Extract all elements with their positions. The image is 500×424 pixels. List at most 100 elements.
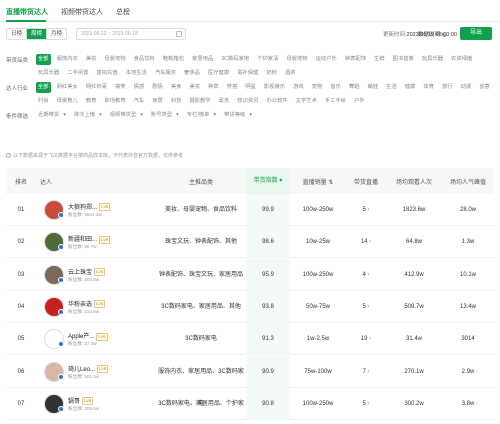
filter-option[interactable]: 母婴宠物 [284, 54, 309, 65]
filter-option[interactable]: 旅行 [440, 82, 455, 93]
category-cell: 3C数码家电、家居用品、其他 [161, 303, 241, 310]
filter-option[interactable]: 母婴育儿 [55, 96, 80, 107]
filter-option[interactable]: 创意 [477, 82, 492, 93]
table-row[interactable]: 05 Apple产... Lv6 粉丝数: 27.5w 3C数码家电 91.3 1w-2.5… [6, 323, 494, 356]
filter-option[interactable]: 美妆 [187, 82, 202, 93]
filter-option[interactable]: 科技 [169, 96, 184, 107]
filter-option[interactable]: 带货等级 [222, 110, 247, 120]
table-row[interactable]: 07 锅哥Lv6粉丝数: 208.6w 3C数码家电、家居用品、个护家清90.8 10… [6, 387, 494, 420]
filter-option[interactable]: 手工手绘 [323, 96, 348, 107]
streamer-name[interactable]: 云上珠宝 Lv6 [68, 267, 106, 277]
filter-option[interactable]: 职场教育 [102, 96, 127, 107]
filter-option[interactable]: 摄影教学 [187, 96, 212, 107]
filter-option[interactable]: 奢侈品 [182, 68, 202, 79]
filter-option[interactable]: 排次上榜 [72, 110, 97, 120]
filter-option[interactable]: 网红美女 [55, 82, 80, 93]
filter-option[interactable]: 全部 [36, 54, 51, 65]
filter-option[interactable]: 家居用品 [190, 54, 215, 65]
avg-views-cell: 64.8w [405, 239, 422, 246]
filter-option[interactable]: 3C数码家电 [219, 54, 251, 65]
streamer-name[interactable]: 锅哥 Lv6 [68, 396, 94, 406]
tab-live-streamers[interactable]: 直播带货达人 [6, 7, 48, 17]
filter-option[interactable]: 知识资讯 [235, 96, 260, 107]
filter-option[interactable]: 汽车服务 [153, 68, 178, 79]
filter-option[interactable]: 生鲜 [372, 54, 387, 65]
filter-option[interactable]: 穿搭 [225, 82, 240, 93]
filter-option[interactable]: 酒类 [283, 68, 298, 79]
table-row[interactable]: 01 大狼狗郑... Lv6 粉丝数: 5824.4w 美妆、母婴宠物、食品饮料 99.9… [6, 194, 494, 226]
streamer-name[interactable]: 华粉亲选 Lv6 [68, 299, 106, 309]
col-live-sales[interactable]: 直播销量 ⇅ [290, 177, 346, 186]
filter-option[interactable]: 健康 [403, 82, 418, 93]
filter-option[interactable]: 钟表配饰 [343, 54, 368, 65]
filter-option[interactable]: 专栏/榜单 [185, 110, 212, 120]
tab-overall[interactable]: 总榜 [116, 7, 130, 17]
filter-option[interactable]: 食品饮料 [132, 54, 157, 65]
filter-option[interactable]: 宠物 [310, 82, 325, 93]
filter-option[interactable]: 医疗健康 [206, 68, 231, 79]
filter-option[interactable]: 生活 [384, 82, 399, 93]
filter-option[interactable]: 剧情 [150, 82, 165, 93]
filter-option[interactable]: 时尚 [36, 96, 51, 107]
date-range-picker[interactable]: 2023-06-12 ~ 2023-06-18 [76, 28, 186, 40]
filter-option[interactable]: 二手闲置 [65, 68, 90, 79]
filter-option[interactable]: 舞蹈 [347, 82, 362, 93]
tab-video-streamers[interactable]: 视频带货达人 [61, 7, 103, 17]
streamer-name[interactable]: Apple产... Lv6 [68, 331, 108, 341]
filter-option[interactable]: 种草 [206, 82, 221, 93]
filter-option[interactable]: 农资绿植 [449, 54, 474, 65]
filter-option[interactable]: 办公软件 [264, 96, 289, 107]
streamer-name[interactable]: 新疆和田... Lv6 [68, 234, 111, 244]
filter-option[interactable]: 情感 [132, 82, 147, 93]
filter-option[interactable]: 文学艺术 [294, 96, 319, 107]
filter-option[interactable]: 服饰内衣 [55, 54, 80, 65]
filter-option[interactable]: 搞笑 [113, 82, 128, 93]
filter-option[interactable]: 账号类型 [149, 110, 174, 120]
chevron-right-icon: › [367, 400, 370, 407]
filter-option[interactable]: 网红帅哥 [84, 82, 109, 93]
filter-option[interactable]: 鞋靴箱包 [161, 54, 186, 65]
filter-option[interactable]: 运动户外 [314, 54, 339, 65]
filter-option[interactable]: 家居 [150, 96, 165, 107]
period-day[interactable]: 日榜 [7, 29, 28, 39]
filter-option[interactable]: 汽车 [132, 96, 147, 107]
filter-option[interactable]: 全部 [36, 82, 51, 93]
fans-count: 粉丝数: 232.8w [68, 309, 99, 315]
filter-option[interactable]: 户外 [352, 96, 367, 107]
filter-option[interactable]: 玩具乐器 [36, 68, 61, 79]
filter-option[interactable]: 体育 [421, 82, 436, 93]
table-row[interactable]: 03 云上珠宝 Lv6 粉丝数: 302.6w 钟表配饰、珠宝文玩、家居用品 95.9 10… [6, 258, 494, 291]
filter-option[interactable]: 本地生活 [124, 68, 149, 79]
data-explain-link[interactable]: 数据说明 ? [418, 30, 447, 38]
filter-option[interactable]: 影视娱乐 [262, 82, 287, 93]
filter-option[interactable]: 图书音像 [391, 54, 416, 65]
filter-option[interactable]: 虚拟充值 [94, 68, 119, 79]
streamer-name[interactable]: 大狼狗郑... Lv6 [68, 202, 111, 212]
filter-option[interactable]: 美妆 [84, 54, 99, 65]
fans-label: 粉丝数: [68, 373, 84, 379]
streamer-name[interactable]: 琦儿Leo... Lv6 [68, 364, 109, 373]
period-week[interactable]: 周榜 [27, 29, 48, 39]
filter-option[interactable]: 萌娃 [366, 82, 381, 93]
filter-option[interactable]: 视频带货型 [108, 110, 139, 120]
filter-option[interactable]: 游戏 [291, 82, 306, 93]
sales-index-cell: 90.8 [246, 387, 290, 420]
filter-option[interactable]: 个护家清 [255, 54, 280, 65]
filter-option[interactable]: 滋补保健 [235, 68, 260, 79]
filter-option[interactable]: 明星 [243, 82, 258, 93]
filter-option[interactable]: 母婴宠物 [102, 54, 127, 65]
filter-option[interactable]: 美食 [169, 82, 184, 93]
period-month[interactable]: 月榜 [47, 29, 67, 39]
col-sales-index[interactable]: 带货指数 ▾ [246, 168, 290, 194]
filter-option[interactable]: 近期带货 [36, 110, 61, 120]
filter-option[interactable]: 音乐 [328, 82, 343, 93]
export-button[interactable]: 导出 [460, 27, 492, 40]
table-row[interactable]: 06 琦儿Leo... Lv6 粉丝数: 501.9w 服饰内衣、家居用品、3C数码家电… [6, 355, 494, 407]
table-row[interactable]: 02 新疆和田... Lv6 粉丝数: 90.7w 珠宝文玩、钟表配饰、其他 98.6 10… [6, 226, 494, 259]
filter-option[interactable]: 奶粉 [264, 68, 279, 79]
filter-option[interactable]: 教育 [84, 96, 99, 107]
filter-option[interactable]: 政务 [217, 96, 232, 107]
table-row[interactable]: 04 华粉亲选 Lv6 粉丝数: 232.8w 3C数码家电、家居用品、其他 93.8 50… [6, 290, 494, 323]
filter-option[interactable]: 玩具乐器 [420, 54, 445, 65]
filter-option[interactable]: 动漫 [459, 82, 474, 93]
